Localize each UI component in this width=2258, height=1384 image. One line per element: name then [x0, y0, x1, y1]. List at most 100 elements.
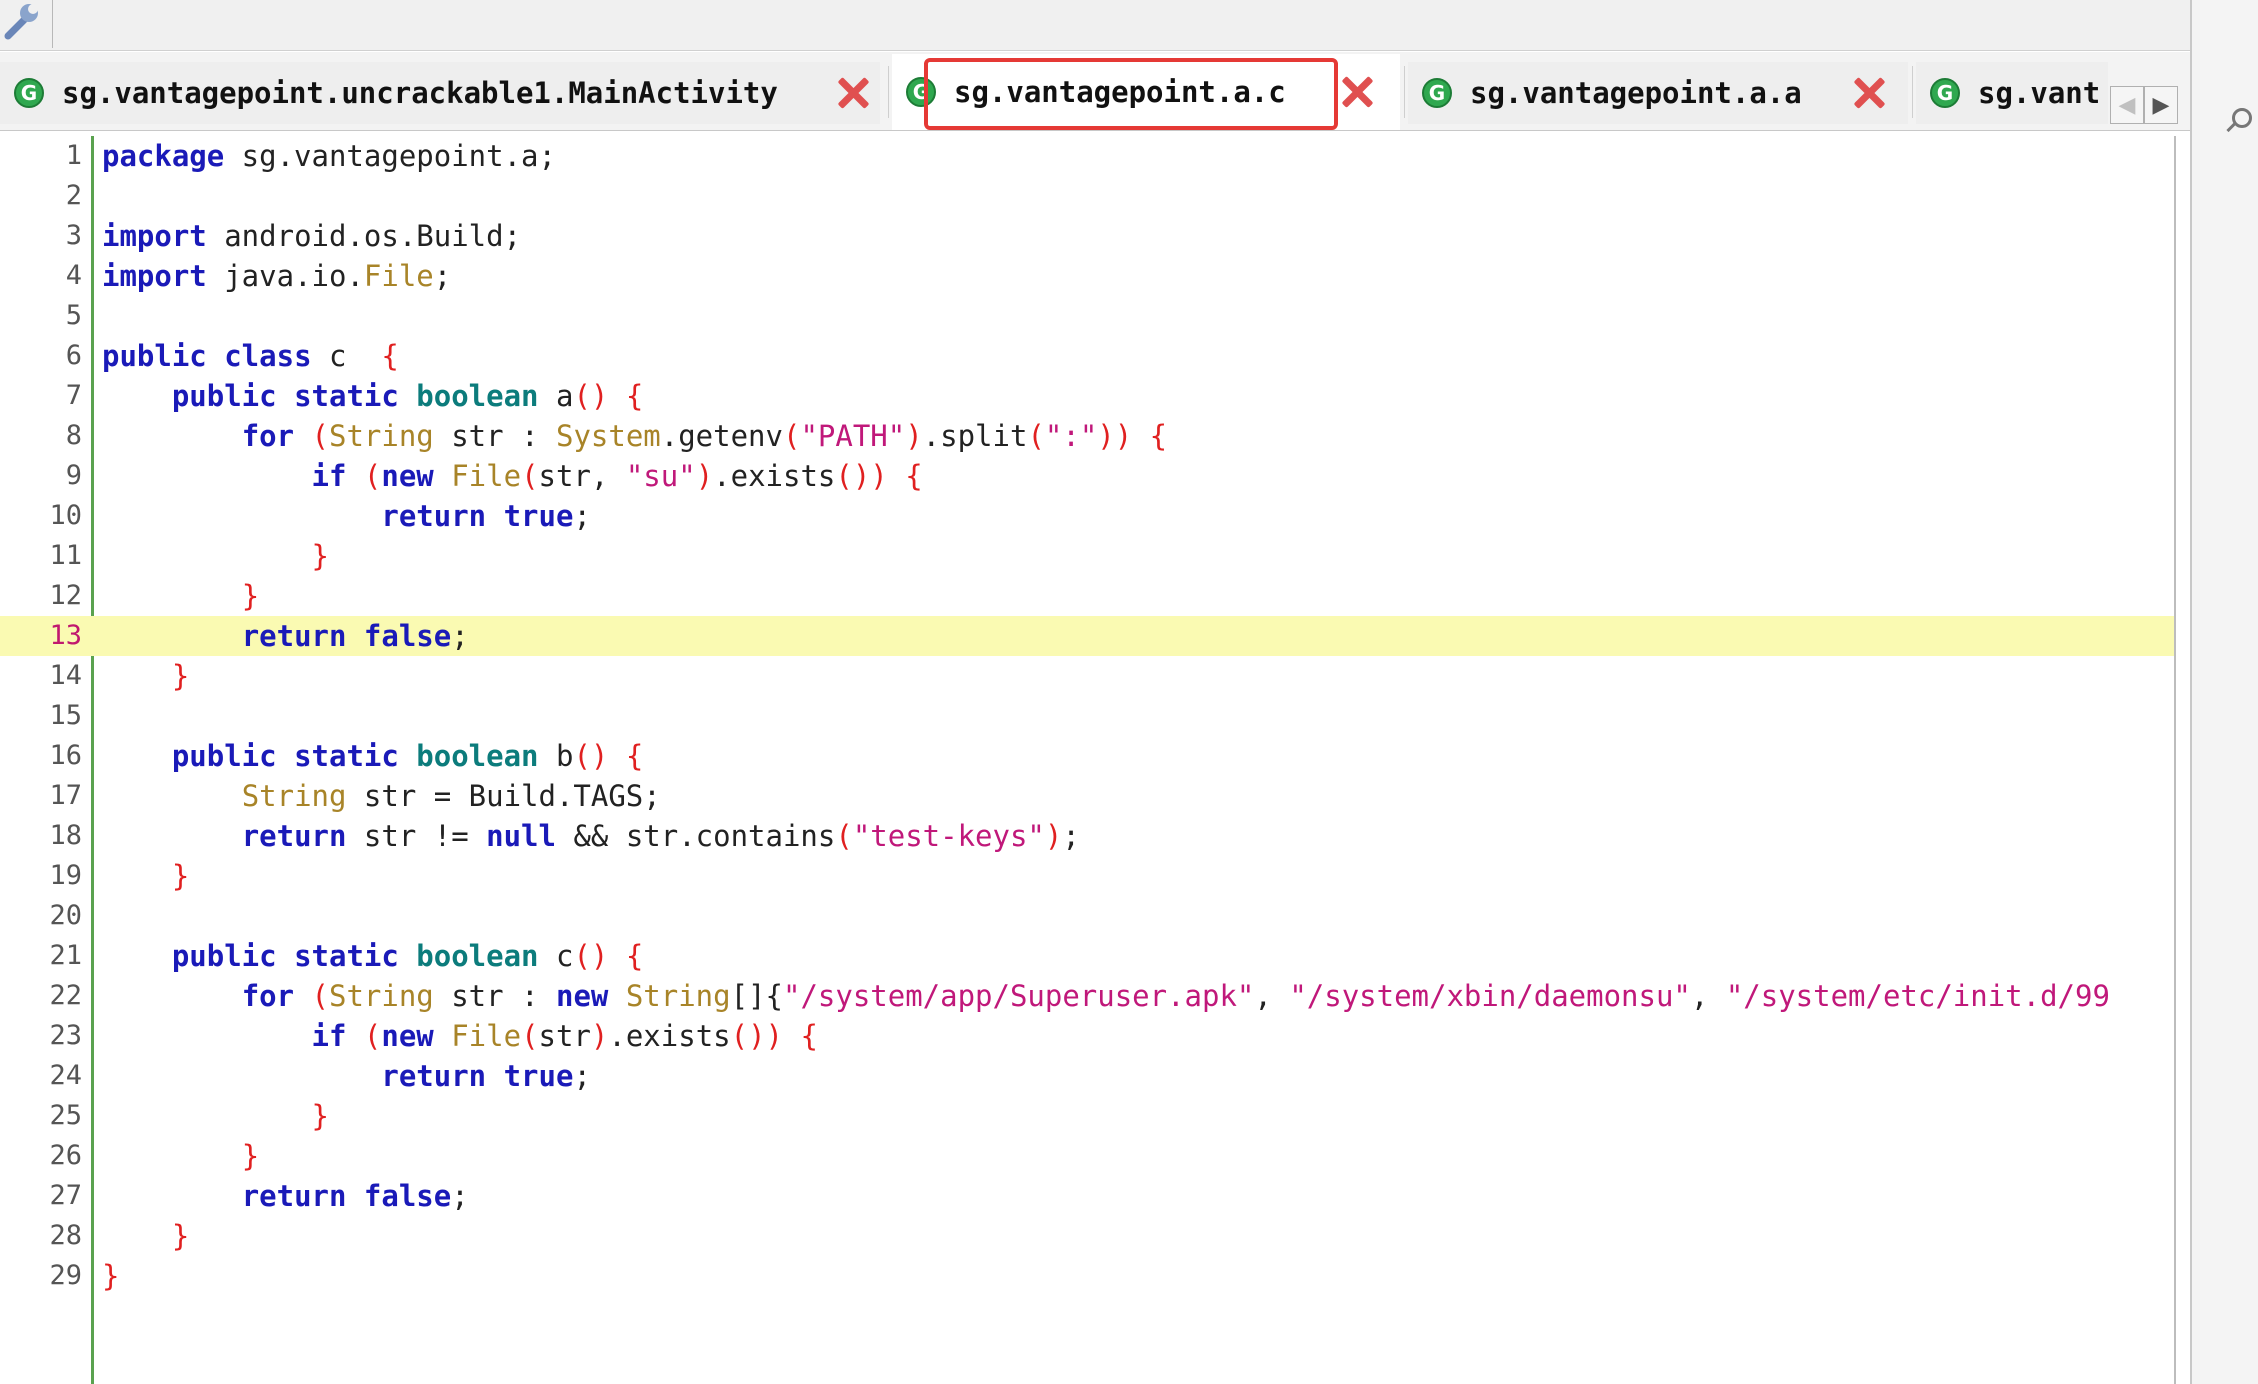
code-line[interactable]: 27 return false; — [0, 1176, 2174, 1216]
code-text: import java.io.File; — [102, 259, 452, 293]
line-number: 15 — [49, 700, 82, 731]
class-g-icon: G — [14, 78, 44, 108]
line-number: 17 — [49, 780, 82, 811]
line-number: 24 — [49, 1060, 82, 1091]
code-text: public static boolean c() { — [171, 939, 644, 973]
line-number: 1 — [65, 140, 82, 171]
code-text: import android.os.Build; — [102, 219, 522, 253]
code-text: return true; — [381, 1059, 591, 1093]
code-line[interactable]: 17 String str = Build.TAGS; — [0, 776, 2174, 816]
code-line[interactable]: 3 import android.os.Build; — [0, 216, 2174, 256]
line-number: 26 — [49, 1140, 82, 1171]
code-line[interactable]: 25 } — [0, 1096, 2174, 1136]
line-number: 4 — [65, 260, 82, 291]
line-number: 28 — [49, 1220, 82, 1251]
code-text: String str = Build.TAGS; — [241, 779, 661, 813]
code-text: public class c { — [102, 339, 399, 373]
code-text: return false; — [241, 1179, 469, 1213]
line-number: 8 — [65, 420, 82, 451]
line-number: 3 — [65, 220, 82, 251]
line-number: 5 — [65, 300, 82, 331]
tab-divider — [1912, 66, 1913, 118]
code-text: public static boolean b() { — [171, 739, 644, 773]
tab-sg-vant[interactable]: G sg.vant — [1916, 62, 2108, 124]
code-line[interactable]: 28 } — [0, 1216, 2174, 1256]
code-line[interactable]: 6 public class c { — [0, 336, 2174, 376]
tab-label: sg.vant — [1978, 76, 2101, 110]
code-line[interactable]: 22 for (String str : new String[]{"/syst… — [0, 976, 2174, 1016]
close-icon[interactable] — [1340, 75, 1374, 109]
tab-label: sg.vantagepoint.a.c — [954, 75, 1286, 109]
code-line[interactable]: 9 if (new File(str, "su").exists()) { — [0, 456, 2174, 496]
close-icon[interactable] — [1852, 76, 1886, 110]
code-text: } — [241, 579, 260, 613]
tab-sg-vantagepoint-a-c[interactable]: G sg.vantagepoint.a.c — [892, 54, 1400, 130]
code-text: for (String str : new String[]{"/system/… — [241, 979, 2110, 1013]
line-number: 29 — [49, 1260, 82, 1291]
code-line[interactable]: 11 } — [0, 536, 2174, 576]
line-number: 19 — [49, 860, 82, 891]
code-text: } — [102, 1259, 120, 1293]
code-line[interactable]: 12 } — [0, 576, 2174, 616]
line-number: 2 — [65, 180, 82, 211]
code-text: return false; — [241, 619, 469, 653]
close-icon[interactable] — [836, 76, 870, 110]
line-number: 14 — [49, 660, 82, 691]
code-text: } — [241, 1139, 260, 1173]
code-text: for (String str : System.getenv("PATH").… — [241, 419, 1168, 453]
tab-sg-vantagepoint-a-a[interactable]: G sg.vantagepoint.a.a — [1408, 62, 1908, 124]
line-number: 7 — [65, 380, 82, 411]
code-line[interactable]: 21 public static boolean c() { — [0, 936, 2174, 976]
code-text: return true; — [381, 499, 591, 533]
class-g-icon: G — [1422, 78, 1452, 108]
code-text: return str != null && str.contains("test… — [241, 819, 1080, 853]
code-text: package sg.vantagepoint.a; — [102, 139, 556, 173]
editor-tab-strip: G sg.vantagepoint.uncrackable1.MainActiv… — [0, 52, 2190, 131]
code-text: } — [311, 1099, 329, 1133]
class-g-icon: G — [1930, 78, 1960, 108]
code-line[interactable]: 4 import java.io.File; — [0, 256, 2174, 296]
toolbar — [0, 0, 2190, 51]
code-line[interactable]: 1 package sg.vantagepoint.a; — [0, 136, 2174, 176]
code-line[interactable]: 16 public static boolean b() { — [0, 736, 2174, 776]
right-side-panel — [2190, 0, 2258, 1384]
code-line[interactable]: 24 return true; — [0, 1056, 2174, 1096]
editor-right-border — [2174, 136, 2176, 1384]
code-text: } — [311, 539, 329, 573]
code-line[interactable]: 8 for (String str : System.getenv("PATH"… — [0, 416, 2174, 456]
line-number: 21 — [49, 940, 82, 971]
search-icon[interactable] — [2226, 108, 2252, 134]
tab-divider — [1404, 66, 1405, 118]
line-number: 22 — [49, 980, 82, 1011]
line-number: 6 — [65, 340, 82, 371]
code-text: if (new File(str, "su").exists()) { — [311, 459, 923, 493]
code-text: } — [171, 659, 190, 693]
line-number: 23 — [49, 1020, 82, 1051]
line-number: 27 — [49, 1180, 82, 1211]
code-editor[interactable]: 1 package sg.vantagepoint.a; 2 3 import andr… — [0, 136, 2176, 1384]
code-line[interactable]: 23 if (new File(str).exists()) { — [0, 1016, 2174, 1056]
current-code-line[interactable]: 13 return false; — [0, 616, 2174, 656]
code-text: } — [171, 1219, 190, 1253]
code-line[interactable]: 20 — [0, 896, 2174, 936]
code-line[interactable]: 26 } — [0, 1136, 2174, 1176]
tab-scroll-left-button[interactable]: ◀ — [2110, 86, 2144, 124]
code-line[interactable]: 18 return str != null && str.contains("t… — [0, 816, 2174, 856]
code-line[interactable]: 2 — [0, 176, 2174, 216]
line-number: 12 — [49, 580, 82, 611]
tab-divider — [888, 66, 889, 118]
wrench-tool-button[interactable] — [0, 0, 53, 48]
code-line[interactable]: 19 } — [0, 856, 2174, 896]
code-line[interactable]: 5 — [0, 296, 2174, 336]
code-line[interactable]: 7 public static boolean a() { — [0, 376, 2174, 416]
tab-scroll-right-button[interactable]: ▶ — [2144, 86, 2178, 124]
line-number: 13 — [49, 620, 82, 651]
tab-mainactivity[interactable]: G sg.vantagepoint.uncrackable1.MainActiv… — [0, 62, 880, 124]
code-line[interactable]: 10 return true; — [0, 496, 2174, 536]
code-line[interactable]: 29} — [0, 1256, 2174, 1296]
line-number: 25 — [49, 1100, 82, 1131]
code-line[interactable]: 14 } — [0, 656, 2174, 696]
code-line[interactable]: 15 — [0, 696, 2174, 736]
line-number: 10 — [49, 500, 82, 531]
tab-label: sg.vantagepoint.a.a — [1470, 76, 1802, 110]
